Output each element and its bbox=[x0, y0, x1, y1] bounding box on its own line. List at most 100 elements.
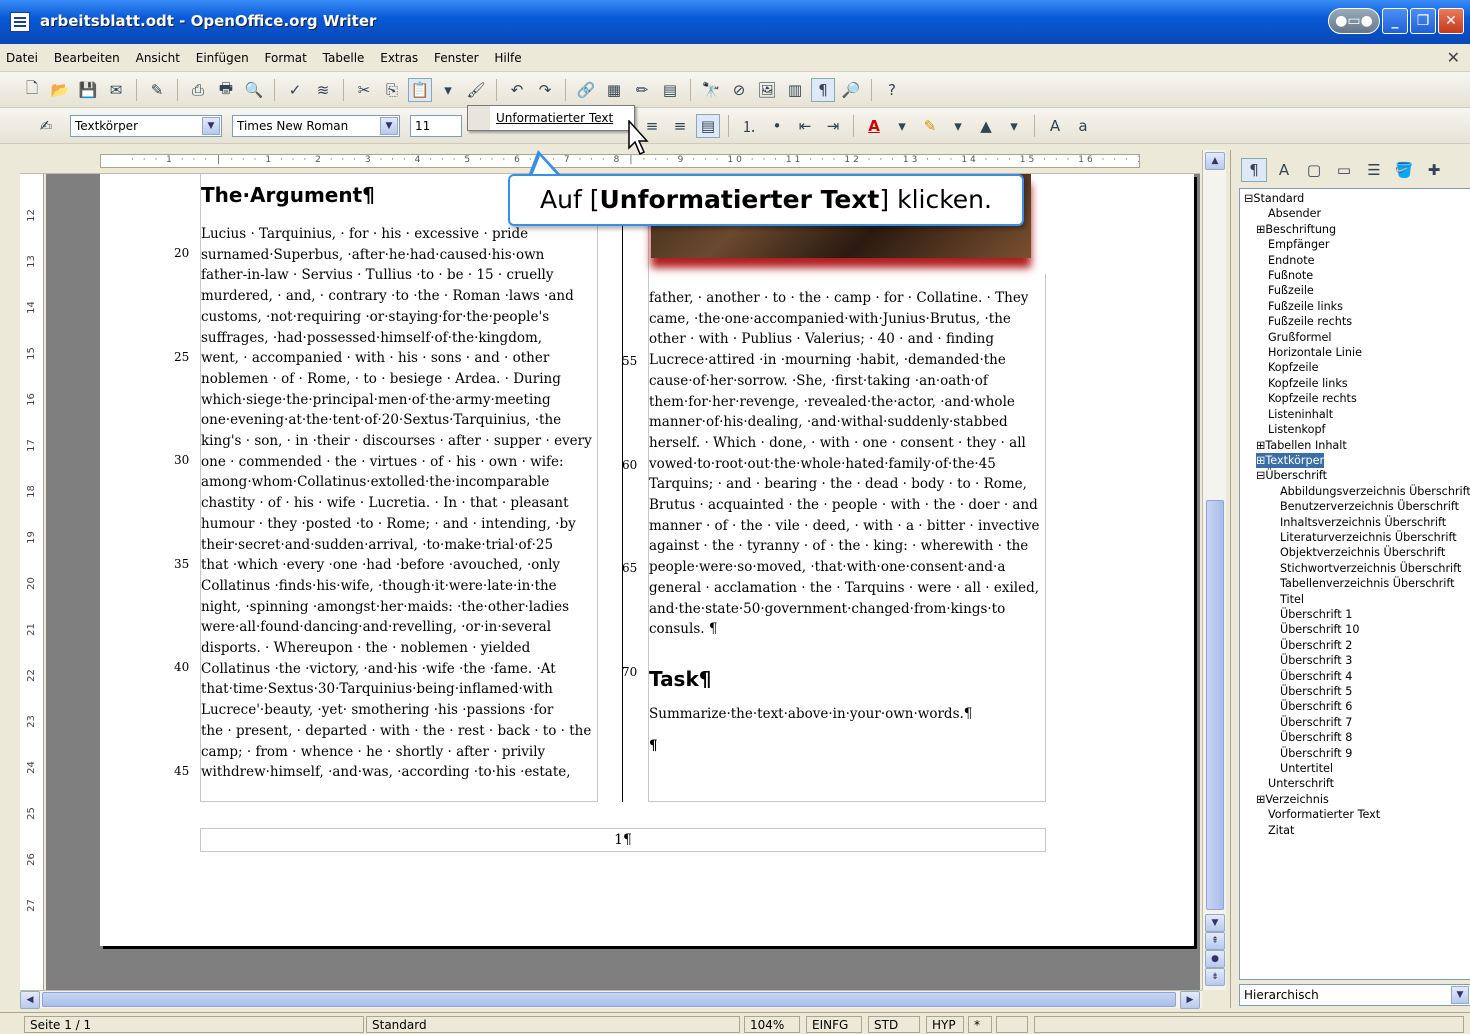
style-item[interactable]: Überschrift 2 bbox=[1240, 638, 1470, 653]
style-item[interactable]: Titel bbox=[1240, 592, 1470, 607]
grow-font-icon[interactable]: A bbox=[1043, 114, 1067, 138]
hscroll-thumb[interactable] bbox=[42, 992, 1176, 1007]
horizontal-scrollbar[interactable]: ◀ ▶ bbox=[20, 990, 1202, 1009]
paragraph-style-select[interactable]: Textkörper ▼ bbox=[70, 115, 222, 137]
vertical-scrollbar[interactable]: ▲ ▼ ⇞ ● ⇟ bbox=[1202, 150, 1226, 990]
status-page[interactable]: Seite 1 / 1 bbox=[24, 1016, 364, 1033]
scroll-left-icon[interactable]: ◀ bbox=[20, 991, 40, 1009]
style-item[interactable]: ⊟Standard bbox=[1240, 191, 1470, 206]
style-item[interactable]: Endnote bbox=[1240, 253, 1470, 268]
style-item[interactable]: ⊞Beschriftung bbox=[1240, 222, 1470, 237]
status-hyperlink-mode[interactable]: HYP bbox=[926, 1016, 964, 1033]
style-item[interactable]: Inhaltsverzeichnis Überschrift bbox=[1240, 515, 1470, 530]
style-item[interactable]: Überschrift 6 bbox=[1240, 699, 1470, 714]
style-item[interactable]: Listenkopf bbox=[1240, 422, 1470, 437]
format-paintbrush-icon[interactable]: 🖌 bbox=[464, 78, 488, 102]
right-column[interactable]: father, · another · to · the · camp · fo… bbox=[648, 174, 1047, 802]
menu-bearbeiten[interactable]: Bearbeiten bbox=[48, 44, 126, 72]
style-item[interactable]: Kopfzeile bbox=[1240, 360, 1470, 375]
style-item[interactable]: Stichwortverzeichnis Überschrift bbox=[1240, 561, 1470, 576]
style-item[interactable]: Überschrift 5 bbox=[1240, 684, 1470, 699]
chart-icon[interactable]: ▤ bbox=[658, 78, 682, 102]
frame-styles-icon[interactable]: ▢ bbox=[1301, 158, 1327, 182]
style-item[interactable]: Überschrift 4 bbox=[1240, 669, 1470, 684]
next-page-icon[interactable]: ⇟ bbox=[1205, 968, 1225, 986]
draw-functions-icon[interactable]: ✏ bbox=[630, 78, 654, 102]
scroll-up-icon[interactable]: ▲ bbox=[1205, 152, 1225, 170]
minimize-button[interactable]: _ bbox=[1382, 8, 1408, 34]
page-footer[interactable]: 1¶ bbox=[200, 828, 1046, 852]
background-dropdown-icon[interactable]: ▾ bbox=[1002, 114, 1026, 138]
maximize-button[interactable]: ❐ bbox=[1410, 8, 1436, 34]
font-name-select[interactable]: Times New Roman ▼ bbox=[232, 115, 400, 137]
style-item[interactable]: Literaturverzeichnis Überschrift bbox=[1240, 530, 1470, 545]
style-item[interactable]: Vorformatierter Text bbox=[1240, 807, 1470, 822]
quickstart-icon[interactable]: ●▭● bbox=[1328, 8, 1380, 34]
menu-fenster[interactable]: Fenster bbox=[428, 44, 485, 72]
chevron-down-icon[interactable]: ▼ bbox=[380, 117, 398, 135]
style-item[interactable]: Unterschrift bbox=[1240, 776, 1470, 791]
style-item[interactable]: Kopfzeile links bbox=[1240, 376, 1470, 391]
new-document-icon[interactable]: 🗋 bbox=[20, 78, 44, 102]
document-workspace[interactable]: The·Argument¶ Lucius · Tarquinius, · for… bbox=[46, 174, 1200, 990]
gallery-icon[interactable]: 🖼 bbox=[755, 78, 779, 102]
menu-hilfe[interactable]: Hilfe bbox=[488, 44, 527, 72]
export-pdf-icon[interactable]: ⎙ bbox=[186, 78, 210, 102]
align-justify-icon[interactable]: ▤ bbox=[696, 114, 720, 138]
style-item[interactable]: Empfänger bbox=[1240, 237, 1470, 252]
style-item[interactable]: ⊞Verzeichnis bbox=[1240, 792, 1470, 807]
style-item[interactable]: Untertitel bbox=[1240, 761, 1470, 776]
find-replace-icon[interactable]: 🔭 bbox=[699, 78, 723, 102]
menu-ansicht[interactable]: Ansicht bbox=[130, 44, 186, 72]
style-item[interactable]: Fußnote bbox=[1240, 268, 1470, 283]
cut-icon[interactable]: ✂ bbox=[352, 78, 376, 102]
navigation-icon[interactable]: ● bbox=[1205, 950, 1225, 968]
print-icon[interactable]: 🖶 bbox=[214, 78, 238, 102]
copy-icon[interactable]: ⎘ bbox=[380, 78, 404, 102]
style-item[interactable]: Abbildungsverzeichnis Überschrift bbox=[1240, 484, 1470, 499]
paste-dropdown-icon[interactable]: ▾ bbox=[436, 78, 460, 102]
redo-icon[interactable]: ↷ bbox=[533, 78, 557, 102]
chevron-down-icon[interactable]: ▼ bbox=[202, 117, 220, 135]
style-filter-select[interactable]: Hierarchisch ▼ bbox=[1239, 984, 1470, 1006]
spellcheck-icon[interactable]: ✓ bbox=[283, 78, 307, 102]
status-zoom[interactable]: 104% bbox=[744, 1016, 800, 1033]
left-column[interactable]: The·Argument¶ Lucius · Tarquinius, · for… bbox=[200, 174, 598, 802]
menu-einfuegen[interactable]: Einfügen bbox=[190, 44, 255, 72]
scroll-down-icon[interactable]: ▼ bbox=[1205, 914, 1225, 932]
style-item[interactable]: Fußzeile rechts bbox=[1240, 314, 1470, 329]
paste-icon[interactable]: 📋 bbox=[408, 78, 432, 102]
style-item[interactable]: Kopfzeile rechts bbox=[1240, 391, 1470, 406]
status-signature[interactable] bbox=[996, 1016, 1028, 1033]
help-icon[interactable]: ? bbox=[880, 78, 904, 102]
status-insert-mode[interactable]: EINFG bbox=[806, 1016, 862, 1033]
email-icon[interactable]: ✉ bbox=[104, 78, 128, 102]
fill-format-icon[interactable]: 🪣 bbox=[1391, 158, 1417, 182]
vertical-ruler[interactable]: 12 13 14 15 16 17 18 19 20 21 22 23 24 2… bbox=[20, 174, 44, 990]
page-styles-icon[interactable]: ▭ bbox=[1331, 158, 1357, 182]
style-item[interactable]: Horizontale Linie bbox=[1240, 345, 1470, 360]
highlighting-dropdown-icon[interactable]: ▾ bbox=[946, 114, 970, 138]
style-item[interactable]: Objektverzeichnis Überschrift bbox=[1240, 545, 1470, 560]
hyperlink-icon[interactable]: 🔗 bbox=[574, 78, 598, 102]
menu-extras[interactable]: Extras bbox=[374, 44, 424, 72]
style-item[interactable]: Überschrift 3 bbox=[1240, 653, 1470, 668]
scroll-right-icon[interactable]: ▶ bbox=[1180, 991, 1200, 1009]
close-document-icon[interactable]: ✕ bbox=[1447, 48, 1460, 67]
save-icon[interactable]: 💾 bbox=[76, 78, 100, 102]
paste-special-popup[interactable]: Unformatierter Text bbox=[467, 105, 635, 131]
status-selection-mode[interactable]: STD bbox=[868, 1016, 920, 1033]
shrink-font-icon[interactable]: a bbox=[1071, 114, 1095, 138]
autospellcheck-icon[interactable]: ≋ bbox=[311, 78, 335, 102]
menu-tabelle[interactable]: Tabelle bbox=[317, 44, 371, 72]
stylist-icon[interactable]: ✍ bbox=[34, 114, 58, 138]
document-page[interactable]: The·Argument¶ Lucius · Tarquinius, · for… bbox=[100, 174, 1194, 946]
align-right-icon[interactable]: ≡ bbox=[668, 114, 692, 138]
undo-icon[interactable]: ↶ bbox=[505, 78, 529, 102]
edit-mode-icon[interactable]: ✎ bbox=[145, 78, 169, 102]
character-styles-icon[interactable]: A bbox=[1271, 158, 1297, 182]
page-preview-icon[interactable]: 🔍 bbox=[242, 78, 266, 102]
style-item[interactable]: ⊞Tabellen Inhalt bbox=[1240, 438, 1470, 453]
style-item[interactable]: ⊞Textkörper bbox=[1240, 452, 1470, 469]
navigator-icon[interactable]: ⊘ bbox=[727, 78, 751, 102]
